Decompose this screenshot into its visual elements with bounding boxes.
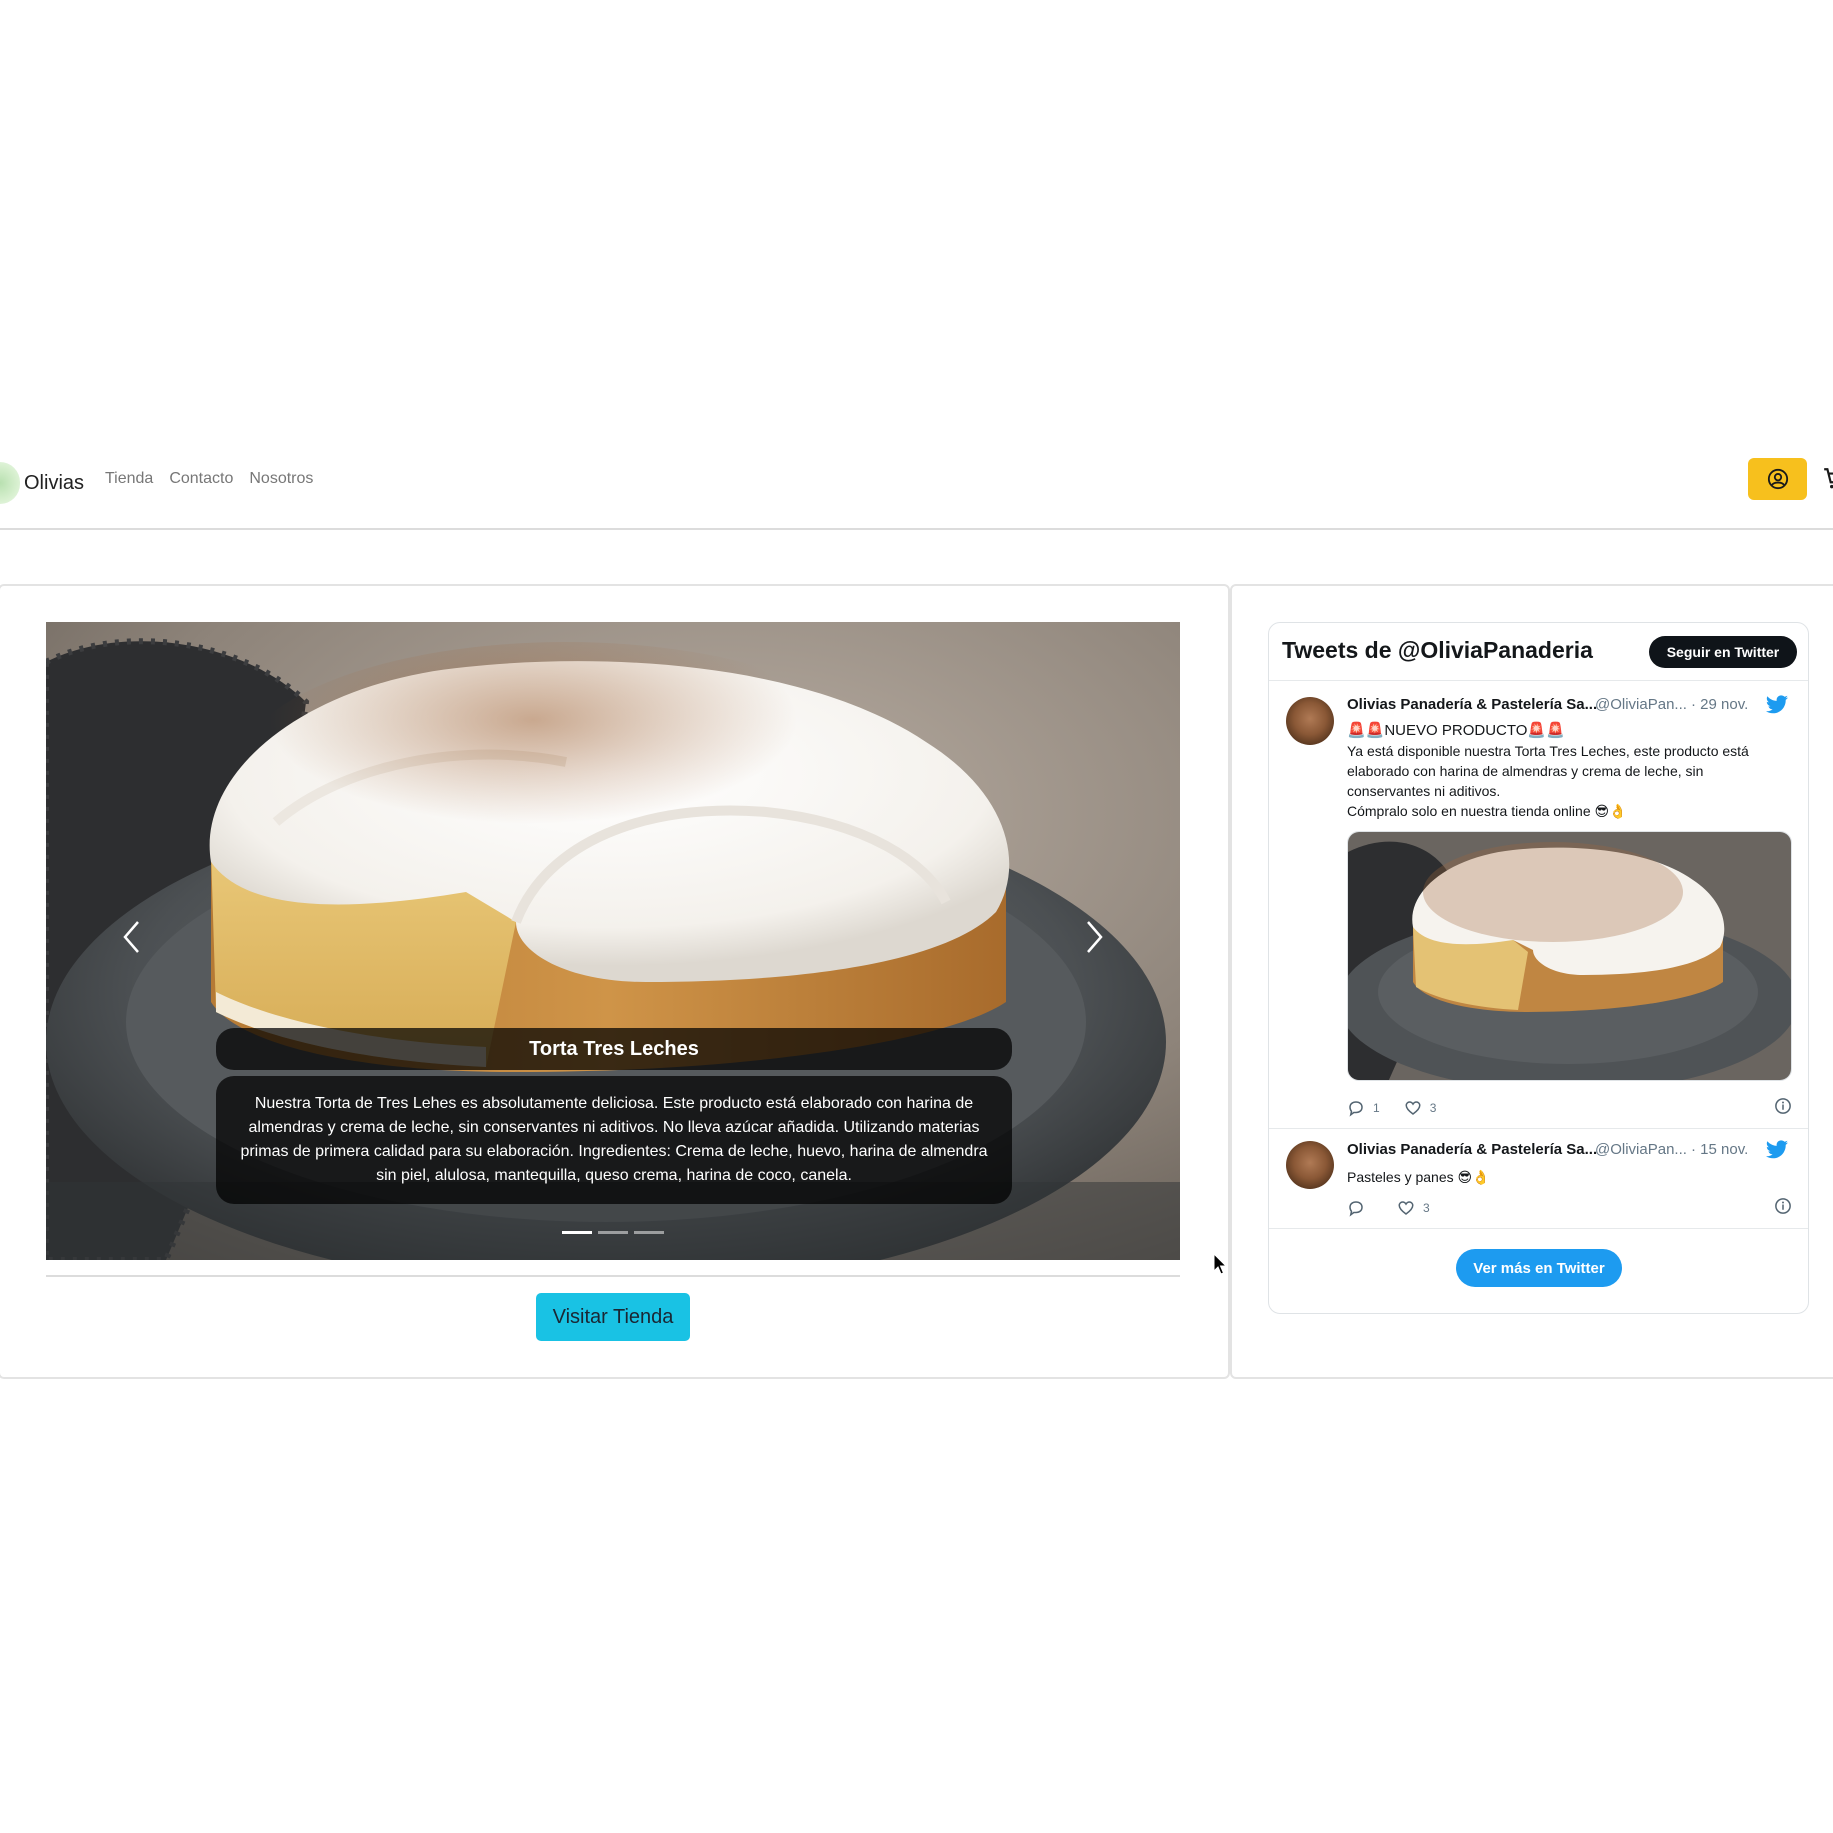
tweet-actions: 1 3	[1347, 1099, 1460, 1117]
tweet-text-line: conservantes ni aditivos.	[1347, 783, 1501, 799]
tweet-date[interactable]: · 15 nov.	[1691, 1141, 1748, 1158]
tweet-author-handle[interactable]: @OliviaPan...	[1595, 696, 1687, 713]
carousel-caption-text: Nuestra Torta de Tres Lehes es absolutam…	[216, 1076, 1012, 1204]
brand-name: Olivias	[24, 471, 85, 494]
cart-icon	[1824, 468, 1833, 489]
nav-link-nosotros[interactable]: Nosotros	[249, 470, 313, 488]
tweet-media-image[interactable]	[1347, 831, 1792, 1081]
heart-icon	[1398, 1201, 1414, 1215]
carousel-indicator-3[interactable]	[634, 1231, 664, 1234]
info-icon[interactable]	[1774, 1097, 1792, 1115]
visit-store-button[interactable]: Visitar Tienda	[536, 1293, 690, 1341]
view-more-on-twitter-button[interactable]: Ver más en Twitter	[1456, 1249, 1622, 1287]
like-button[interactable]: 3	[1397, 1199, 1430, 1217]
mouse-cursor-icon	[1213, 1253, 1227, 1275]
tweet-author-name[interactable]: Olivias Panadería & Pastelería Sa...	[1347, 1141, 1597, 1158]
navbar: Olivias Tienda Contacto Nosotros	[0, 442, 1833, 530]
tweet-text-line: 🚨🚨NUEVO PRODUCTO🚨🚨	[1347, 722, 1565, 739]
carousel-indicator-2[interactable]	[598, 1231, 628, 1234]
reply-icon	[1349, 1101, 1363, 1117]
user-circle-icon	[1767, 468, 1788, 490]
tweet[interactable]: Olivias Panadería & Pastelería Sa... @Ol…	[1269, 681, 1808, 1129]
nav-link-contacto[interactable]: Contacto	[169, 470, 233, 488]
carousel-indicators	[562, 1231, 664, 1234]
like-count: 3	[1429, 1101, 1437, 1115]
reply-count: 1	[1373, 1101, 1380, 1115]
tweet-text-line: elaborado con harina de almendras y crem…	[1347, 763, 1704, 779]
twitter-bird-icon[interactable]	[1765, 695, 1789, 715]
tweet-text-line: Ya está disponible nuestra Torta Tres Le…	[1347, 743, 1749, 759]
reply-button[interactable]	[1347, 1199, 1373, 1217]
carousel-prev-button[interactable]	[102, 907, 162, 967]
heart-icon	[1405, 1101, 1421, 1115]
user-account-button[interactable]	[1748, 458, 1807, 500]
avatar[interactable]	[1286, 697, 1334, 745]
tweet-author-handle[interactable]: @OliviaPan...	[1595, 1141, 1687, 1158]
info-icon[interactable]	[1774, 1197, 1792, 1215]
carousel-indicator-1[interactable]	[562, 1231, 592, 1234]
twitter-header: Tweets de @OliviaPanaderia Seguir en Twi…	[1269, 623, 1808, 681]
product-carousel: Torta Tres Leches Nuestra Torta de Tres …	[46, 622, 1180, 1260]
reply-button[interactable]: 1	[1347, 1099, 1380, 1117]
twitter-bird-icon[interactable]	[1765, 1140, 1789, 1160]
divider	[46, 1275, 1180, 1277]
tweet[interactable]: Olivias Panadería & Pastelería Sa... @Ol…	[1269, 1129, 1808, 1229]
like-button[interactable]: 3	[1404, 1099, 1437, 1117]
carousel-next-button[interactable]	[1064, 907, 1124, 967]
olive-logo-icon	[0, 462, 20, 504]
tweet-text-line: Cómpralo solo en nuestra tienda online 😎…	[1347, 803, 1627, 819]
nav-link-tienda[interactable]: Tienda	[105, 470, 153, 488]
like-count: 3	[1423, 1201, 1430, 1215]
brand[interactable]: Olivias	[0, 462, 84, 504]
tweet-author-name[interactable]: Olivias Panadería & Pastelería Sa...	[1347, 696, 1597, 713]
follow-on-twitter-button[interactable]: Seguir en Twitter	[1649, 636, 1797, 668]
nav-links: Tienda Contacto Nosotros	[105, 470, 313, 488]
tweet-date[interactable]: · 29 nov.	[1691, 696, 1748, 713]
twitter-timeline: Tweets de @OliviaPanaderia Seguir en Twi…	[1268, 622, 1809, 1314]
chevron-right-icon	[1087, 921, 1103, 953]
avatar[interactable]	[1286, 1141, 1334, 1189]
carousel-caption-title: Torta Tres Leches	[216, 1028, 1012, 1070]
chevron-left-icon	[123, 921, 139, 953]
cart-button[interactable]	[1822, 466, 1833, 496]
tweet-text-line: Pasteles y panes 😎👌	[1347, 1169, 1490, 1185]
twitter-title: Tweets de @OliviaPanaderia	[1282, 637, 1593, 663]
reply-icon	[1349, 1201, 1363, 1217]
tweet-actions: 3	[1347, 1199, 1454, 1217]
tres-leches-cake-thumbnail	[1348, 832, 1791, 1080]
